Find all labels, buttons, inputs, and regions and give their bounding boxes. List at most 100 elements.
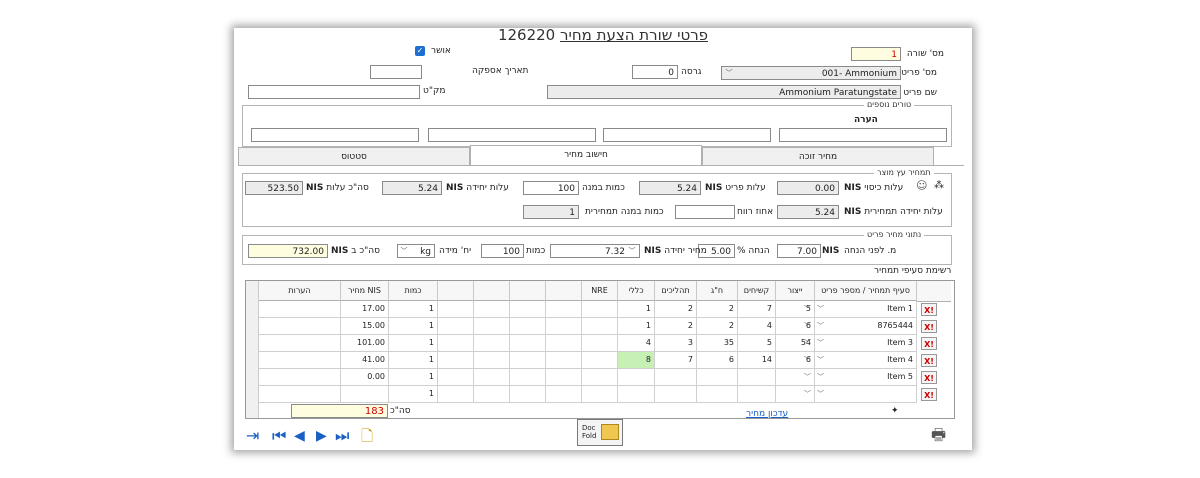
col-extra4-cell[interactable] (438, 352, 474, 369)
next-record-icon[interactable]: ▶ (316, 428, 327, 444)
col-nre-cell[interactable] (582, 369, 618, 386)
col-hg-cell[interactable]: 2 (697, 301, 738, 318)
sum-input[interactable]: 183 (291, 404, 388, 418)
col-qty-header[interactable]: כמות (389, 281, 438, 301)
col-price-cell[interactable]: 41.00 (341, 352, 389, 369)
extra-field-2[interactable] (603, 128, 771, 142)
col-price-cell[interactable]: 101.00 (341, 335, 389, 352)
new-document-icon[interactable]: 🗋 (361, 426, 373, 451)
qty-input[interactable]: 100 (481, 244, 524, 258)
col-hg-cell[interactable]: 35 (697, 335, 738, 352)
col-extra1-cell[interactable] (546, 335, 582, 352)
tab-status[interactable]: סטטוס (238, 147, 470, 165)
col-process-cell[interactable]: 2 (655, 318, 697, 335)
col-hg-cell[interactable] (697, 369, 738, 386)
col-qty-cell[interactable]: 1 (389, 335, 438, 352)
col-nre-header[interactable]: NRE (582, 281, 618, 301)
delete-row-button[interactable]: X! (921, 354, 937, 367)
col-notes-cell[interactable] (259, 301, 341, 318)
chevron-down-icon[interactable]: ﹀ (627, 245, 637, 257)
version-input[interactable]: 0 (632, 65, 678, 79)
col-extra4-cell[interactable] (438, 318, 474, 335)
col-qty-cell[interactable]: 1 (389, 318, 438, 335)
col-notes-cell[interactable] (259, 369, 341, 386)
col-nre-cell[interactable] (582, 301, 618, 318)
col-notes-header[interactable]: הערות (259, 281, 341, 301)
col-general-cell[interactable]: 4 (618, 335, 655, 352)
chevron-down-icon[interactable]: ﹀ (804, 318, 811, 334)
col-qty-cell[interactable]: 1 (389, 369, 438, 386)
col-extra1-cell[interactable] (546, 352, 582, 369)
col-general-cell[interactable]: 8 (618, 352, 655, 369)
col-hg-cell[interactable] (697, 386, 738, 403)
delete-row-button[interactable]: X! (921, 371, 937, 384)
col-extra3-cell[interactable] (474, 386, 510, 403)
col-process-cell[interactable]: 3 (655, 335, 697, 352)
last-record-icon[interactable]: ⏭ (335, 426, 349, 446)
unit-cost-calc-input[interactable]: 5.24 (777, 205, 839, 219)
total-cost-input[interactable]: 523.50 (245, 181, 303, 195)
col-production-header[interactable]: ייצור (776, 281, 815, 301)
col-hard-cell[interactable] (738, 369, 776, 386)
delete-row-button[interactable]: X! (921, 303, 937, 316)
col-hg-header[interactable]: ח"ג (697, 281, 738, 301)
col-production-cell[interactable]: 6 ﹀ (776, 318, 815, 335)
col-production-cell[interactable]: 6 ﹀ (776, 352, 815, 369)
unit-cost-input[interactable]: 5.24 (382, 181, 442, 195)
prev-record-icon[interactable]: ◀ (294, 428, 305, 444)
col-item-cell[interactable]: ﹀ (815, 386, 917, 403)
col-hg-cell[interactable]: 6 (697, 352, 738, 369)
makat-input[interactable] (248, 85, 420, 99)
chevron-down-icon[interactable]: ﹀ (817, 301, 824, 317)
supply-date-input[interactable] (370, 65, 422, 79)
delete-row-button[interactable]: X! (921, 320, 937, 333)
chevron-down-icon[interactable]: ﹀ (399, 245, 409, 257)
col-nre-cell[interactable] (582, 386, 618, 403)
col-qty-cell[interactable]: 1 (389, 301, 438, 318)
delete-row-button[interactable]: X! (921, 388, 937, 401)
col-general-cell[interactable] (618, 386, 655, 403)
col-process-cell[interactable] (655, 386, 697, 403)
col-extra3-cell[interactable] (474, 318, 510, 335)
exit-icon[interactable]: ⇥ (246, 426, 259, 445)
col-extra2-cell[interactable] (510, 335, 546, 352)
chevron-down-icon[interactable]: ﹀ (817, 352, 824, 368)
tree-icon[interactable]: ⁂ (934, 180, 944, 191)
approved-checkbox[interactable]: ✓ (415, 46, 425, 56)
col-extra2-cell[interactable] (510, 318, 546, 335)
vertical-scrollbar[interactable] (246, 281, 259, 418)
qty-batch-calc-input[interactable]: 1 (523, 205, 579, 219)
col-extra3-cell[interactable] (474, 352, 510, 369)
line-no-input[interactable]: 1 (851, 47, 901, 61)
col-extra3-cell[interactable] (474, 369, 510, 386)
tab-winning-price[interactable]: מחיר זוכה (702, 147, 934, 165)
before-discount-input[interactable]: 7.00 (777, 244, 821, 258)
col-production-cell[interactable]: 5 ﹀ (776, 301, 815, 318)
chevron-down-icon[interactable]: ﹀ (817, 335, 824, 351)
quote-number-link[interactable]: 126220 (498, 26, 555, 44)
col-nre-cell[interactable] (582, 335, 618, 352)
col-extra4-header[interactable] (438, 281, 474, 301)
col-item-cell[interactable]: Item 5 ﹀ (815, 369, 917, 386)
col-general-cell[interactable] (618, 369, 655, 386)
first-record-icon[interactable]: ⏮ (272, 426, 286, 446)
delete-row-button[interactable]: X! (921, 337, 937, 350)
chevron-down-icon[interactable]: ﹀ (817, 318, 824, 334)
col-item-cell[interactable]: Item 4 ﹀ (815, 352, 917, 369)
col-general-header[interactable]: כללי (618, 281, 655, 301)
doc-fold-button[interactable]: Doc Fold (577, 419, 623, 446)
col-extra1-header[interactable] (546, 281, 582, 301)
col-hard-cell[interactable]: 14 (738, 352, 776, 369)
col-qty-cell[interactable]: 1 (389, 386, 438, 403)
col-price-cell[interactable]: 15.00 (341, 318, 389, 335)
smiley-icon[interactable]: ☺ (916, 179, 927, 192)
col-extra2-cell[interactable] (510, 369, 546, 386)
col-notes-cell[interactable] (259, 318, 341, 335)
col-process-cell[interactable] (655, 369, 697, 386)
col-item-cell[interactable]: 8765444 ﹀ (815, 318, 917, 335)
col-production-cell[interactable]: ﹀ (776, 386, 815, 403)
tab-price-calc[interactable]: חישוב מחיר (470, 145, 702, 165)
col-extra4-cell[interactable] (438, 335, 474, 352)
col-notes-cell[interactable] (259, 335, 341, 352)
col-hard-cell[interactable]: 4 (738, 318, 776, 335)
